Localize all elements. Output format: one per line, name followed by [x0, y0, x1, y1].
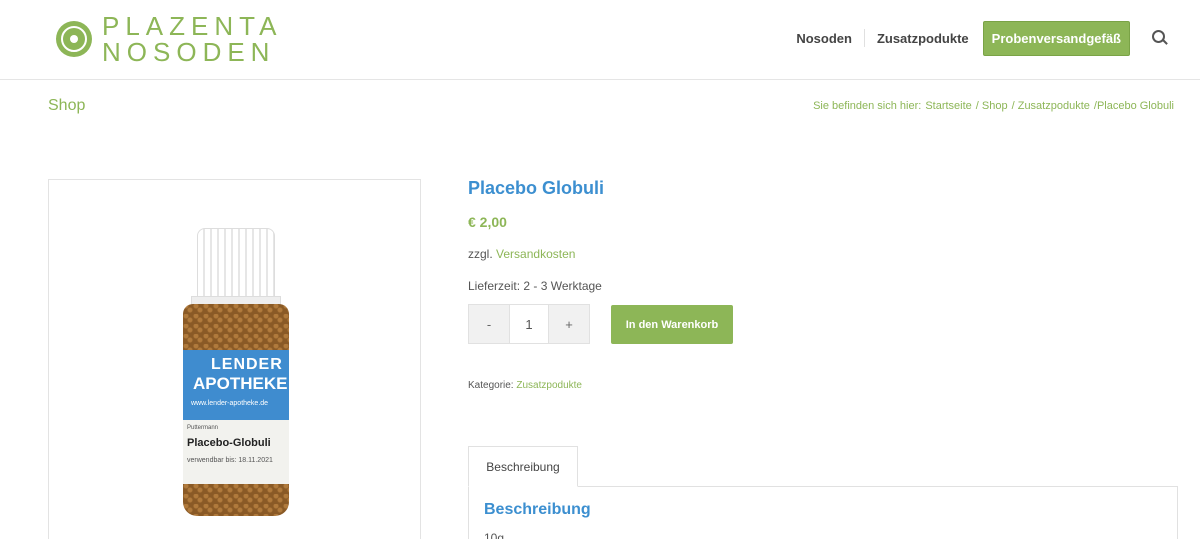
label-brand-line-1: LENDER	[211, 356, 283, 373]
quantity-input[interactable]	[509, 305, 549, 343]
label-brand-line-2: APOTHEKE	[193, 374, 288, 393]
breadcrumb-item-current: /Placebo Globuli	[1093, 100, 1174, 112]
bottle-illustration: LENDER APOTHEKE www.lender-apotheke.de P…	[181, 228, 291, 518]
logo-line-1: PLAZENTA	[102, 11, 283, 41]
page-title[interactable]: Shop	[48, 97, 85, 115]
category-link[interactable]: Zusatzpodukte	[516, 380, 582, 391]
nav-item-nosoden[interactable]: Nosoden	[784, 31, 864, 46]
label-expiry: verwendbar bis: 18.11.2021	[187, 457, 273, 464]
breadcrumb-prefix: Sie befinden sich hier:	[813, 100, 922, 112]
tab-panel-beschreibung: Beschreibung 10g	[468, 486, 1178, 539]
quantity-plus-button[interactable]: +	[549, 305, 589, 343]
shipping-note: zzgl. Versandkosten	[468, 247, 575, 261]
site-header: PLAZENTA NOSODEN Nosoden Zusatzpodukte P…	[0, 0, 1200, 80]
category-prefix: Kategorie:	[468, 380, 514, 391]
search-icon[interactable]	[1150, 28, 1170, 48]
title-bar: Shop Sie befinden sich hier: Startseite …	[0, 81, 1200, 133]
tab-beschreibung[interactable]: Beschreibung	[468, 446, 578, 487]
logo-text: PLAZENTA NOSODEN	[102, 13, 282, 65]
product-tabs: Beschreibung Beschreibung 10g	[468, 446, 1178, 539]
main-nav: Nosoden Zusatzpodukte Probenversandgefäß	[784, 20, 1170, 56]
nav-item-zusatzprodukte[interactable]: Zusatzpodukte	[865, 31, 981, 46]
breadcrumb-item-shop[interactable]: / Shop	[976, 100, 1008, 112]
quantity-minus-button[interactable]: -	[469, 305, 509, 343]
delivery-time: Lieferzeit: 2 - 3 Werktage	[468, 279, 602, 293]
logo-line-2: NOSODEN	[102, 37, 276, 67]
product-title: Placebo Globuli	[468, 178, 605, 198]
shipping-prefix: zzgl.	[468, 247, 493, 261]
logo-mark-icon	[56, 21, 92, 57]
product-image[interactable]: LENDER APOTHEKE www.lender-apotheke.de P…	[48, 179, 421, 539]
nav-cta-probenversandgefaess[interactable]: Probenversandgefäß	[982, 20, 1130, 56]
breadcrumb-item-zusatzprodukte[interactable]: / Zusatzpodukte	[1012, 100, 1090, 112]
tab-panel-heading: Beschreibung	[484, 501, 591, 518]
shipping-link[interactable]: Versandkosten	[496, 247, 575, 261]
breadcrumb: Sie befinden sich hier: Startseite / Sho…	[813, 100, 1178, 112]
label-maker: Puttermann	[187, 425, 219, 431]
label-product-name: Placebo-Globuli	[187, 437, 271, 449]
quantity-stepper: - +	[468, 304, 590, 344]
add-to-cart-button[interactable]: In den Warenkorb	[611, 305, 733, 344]
product-price: € 2,00	[468, 214, 507, 230]
label-url: www.lender-apotheke.de	[191, 400, 269, 407]
breadcrumb-item-startseite[interactable]: Startseite	[925, 100, 971, 112]
product-category: Kategorie: Zusatzpodukte	[468, 380, 582, 391]
bottle-cap	[197, 228, 275, 298]
tab-panel-text: 10g	[484, 531, 505, 539]
site-logo[interactable]: PLAZENTA NOSODEN	[56, 10, 282, 68]
